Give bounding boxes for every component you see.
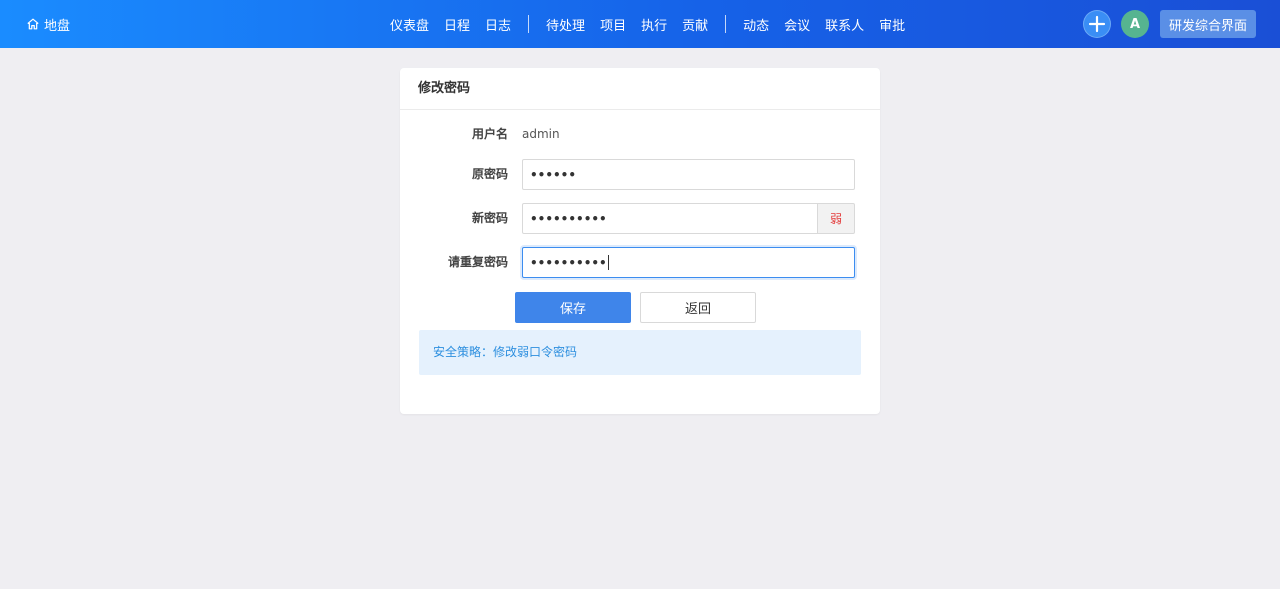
back-button[interactable]: 返回 [640,292,756,323]
nav-divider [725,15,727,33]
repeat-password-value: •••••••••• [530,255,607,270]
old-password-value: •••••• [530,167,577,182]
workspace-switch-button[interactable]: 研发综合界面 [1160,10,1256,38]
home-icon [27,18,39,30]
nav-project[interactable]: 项目 [600,15,626,34]
nav-schedule[interactable]: 日程 [444,15,470,34]
security-policy-notice: 安全策略：修改弱口令密码 [419,330,861,375]
new-password-value: •••••••••• [530,211,607,226]
card-title: 修改密码 [400,68,880,110]
nav-divider [528,15,530,33]
repeat-password-label: 请重复密码 [447,255,508,269]
save-button[interactable]: 保存 [515,292,631,323]
old-password-label: 原密码 [471,167,508,181]
old-password-row: 原密码 •••••• [400,159,880,190]
new-password-row: 新密码 •••••••••• 弱 [400,203,880,234]
new-password-label: 新密码 [471,211,508,225]
home-link[interactable]: 地盘 [26,0,70,48]
nav-dashboard[interactable]: 仪表盘 [390,15,429,34]
create-button[interactable] [1083,10,1111,38]
change-password-card: 修改密码 用户名 admin 原密码 •••••• 新密码 ••••••••••… [400,68,880,414]
repeat-password-row: 请重复密码 •••••••••• [400,247,880,278]
home-label: 地盘 [44,18,71,34]
nav-dynamic[interactable]: 动态 [743,15,769,34]
password-strength-indicator: 弱 [818,203,855,234]
plus-icon [1088,15,1106,33]
old-password-field[interactable]: •••••• [522,159,855,190]
nav-contribution[interactable]: 贡献 [682,15,708,34]
nav-contacts[interactable]: 联系人 [825,15,864,34]
nav-meeting[interactable]: 会议 [784,15,810,34]
user-avatar[interactable]: A [1121,10,1149,38]
main-nav: 仪表盘 日程 日志 待处理 项目 执行 贡献 动态 会议 联系人 审批 [390,0,905,48]
nav-execution[interactable]: 执行 [641,15,667,34]
username-row: 用户名 admin [400,119,880,150]
username-label: 用户名 [471,127,508,141]
repeat-password-field[interactable]: •••••••••• [522,247,855,278]
top-navbar: 地盘 仪表盘 日程 日志 待处理 项目 执行 贡献 动态 会议 联系人 审批 A… [0,0,1280,48]
nav-log[interactable]: 日志 [485,15,511,34]
nav-todo[interactable]: 待处理 [546,15,585,34]
nav-approval[interactable]: 审批 [879,15,905,34]
new-password-field[interactable]: •••••••••• [522,203,818,234]
username-value: admin [522,127,560,141]
text-cursor [607,255,609,270]
